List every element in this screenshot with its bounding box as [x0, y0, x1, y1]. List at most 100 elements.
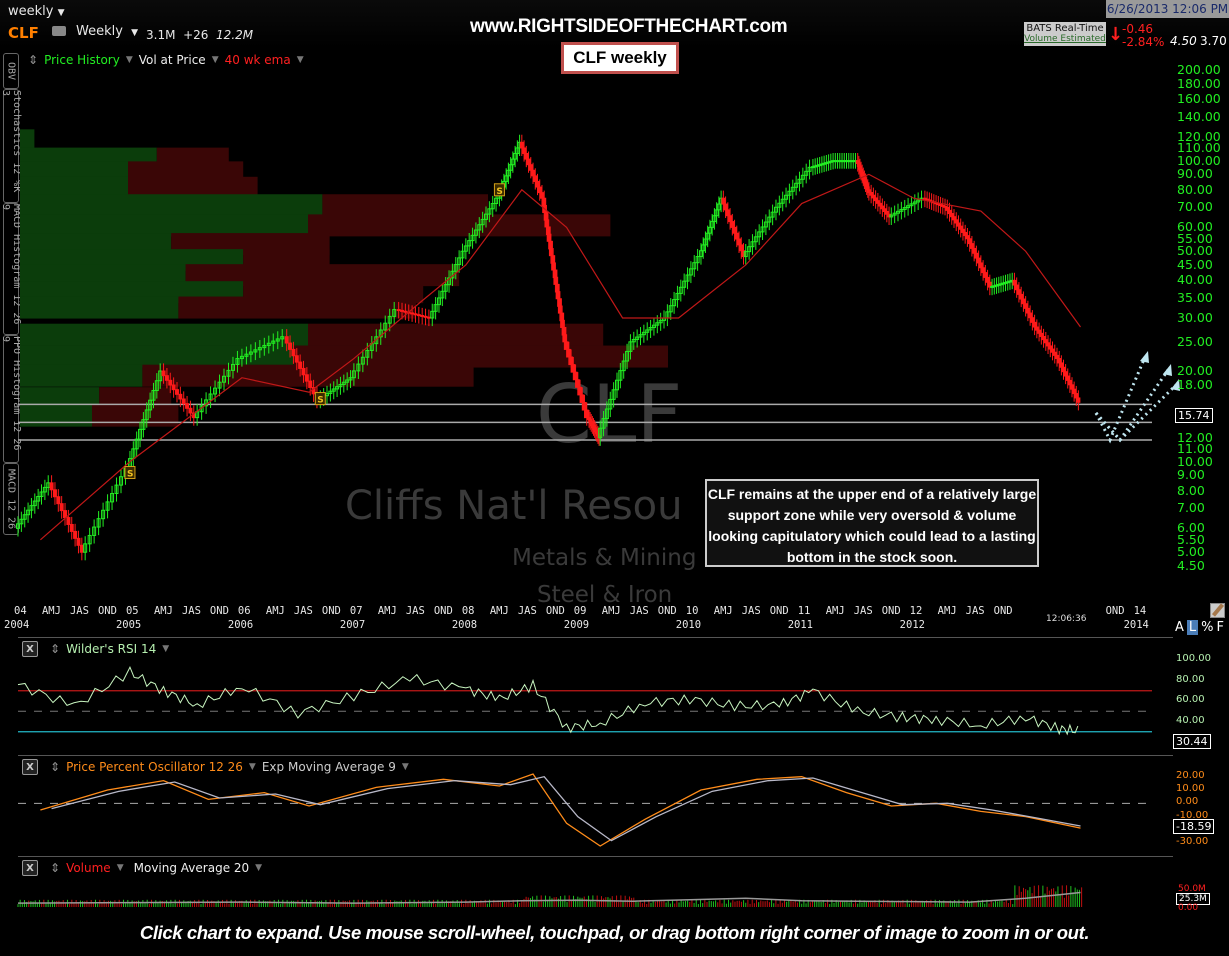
- price-candle: [1076, 397, 1081, 403]
- price-candle: [721, 197, 726, 205]
- time-tick-label: 09: [573, 605, 587, 617]
- ppo-signal-title[interactable]: Exp Moving Average 9: [262, 760, 396, 774]
- price-candle: [1067, 379, 1072, 386]
- close-panel-button[interactable]: X: [22, 860, 38, 876]
- reorder-icon[interactable]: ⇕: [50, 861, 60, 875]
- volume-title[interactable]: Volume: [66, 861, 111, 875]
- price-candle: [426, 316, 431, 319]
- vap-down-bar: [322, 194, 488, 217]
- time-tick-label: 05: [125, 605, 139, 617]
- scale-auto-button[interactable]: A: [1175, 620, 1184, 635]
- time-tick-label: OND: [321, 605, 341, 617]
- price-tick-label: 70.00: [1177, 199, 1213, 215]
- price-tick-label: 160.00: [1177, 91, 1221, 107]
- reorder-icon[interactable]: ⇕: [50, 760, 60, 774]
- price-candle: [59, 503, 64, 512]
- chevron-down-icon[interactable]: ▼: [162, 644, 169, 654]
- draw-tool-icon[interactable]: [1210, 603, 1225, 618]
- price-candle: [533, 175, 538, 182]
- vap-up-bar: [20, 345, 294, 368]
- scale-log-button[interactable]: L: [1186, 620, 1199, 635]
- price-candle: [972, 247, 977, 254]
- price-candle: [308, 380, 313, 388]
- chevron-down-icon[interactable]: ▼: [402, 762, 409, 772]
- price-tick-label: 140.00: [1177, 108, 1221, 124]
- vap-up-bar: [20, 404, 92, 427]
- price-candle: [580, 394, 585, 403]
- price-candle: [396, 309, 401, 312]
- time-tick-label: OND: [1105, 605, 1125, 617]
- price-candle: [739, 244, 744, 252]
- time-tick-label: OND: [433, 605, 453, 617]
- time-tick-label: AMJ: [601, 605, 621, 617]
- price-candle: [400, 309, 405, 312]
- ppo-tick-label: -30.00: [1176, 836, 1209, 848]
- price-candle: [69, 523, 74, 532]
- time-tick-label: 04: [14, 605, 27, 617]
- vap-up-bar: [20, 194, 323, 217]
- price-candle: [553, 269, 558, 285]
- panel-divider: [18, 856, 1173, 857]
- price-candle: [174, 389, 179, 395]
- price-candle: [725, 209, 730, 217]
- price-candle: [161, 370, 166, 377]
- price-candle: [1069, 384, 1074, 390]
- price-candle: [56, 496, 61, 505]
- time-tick-label: OND: [881, 605, 901, 617]
- price-candle: [49, 482, 54, 491]
- price-tick-label: 30.00: [1177, 310, 1213, 325]
- ppo-title[interactable]: Price Percent Oscillator 12 26: [66, 760, 243, 774]
- price-candle: [573, 371, 578, 381]
- scale-percent-button[interactable]: %: [1201, 620, 1213, 635]
- price-candle: [1072, 388, 1077, 395]
- price-candle: [981, 267, 986, 274]
- time-tick-label: AMJ: [377, 605, 397, 617]
- price-candle: [531, 169, 536, 177]
- close-panel-button[interactable]: X: [22, 759, 38, 775]
- price-candle: [737, 238, 742, 246]
- price-tick-label: 40.00: [1177, 272, 1213, 288]
- close-panel-button[interactable]: X: [22, 641, 38, 657]
- chevron-down-icon[interactable]: ▼: [117, 863, 124, 873]
- price-candle: [1028, 312, 1033, 319]
- volume-ma-title[interactable]: Moving Average 20: [134, 861, 250, 875]
- rsi-header: X ⇕ Wilder's RSI 14 ▼: [22, 641, 169, 657]
- rsi-tick-label: 40.00: [1176, 714, 1205, 726]
- price-candle: [188, 407, 193, 414]
- price-candle: [730, 221, 735, 228]
- price-candle: [985, 276, 990, 283]
- price-candle: [974, 252, 979, 259]
- price-candle: [301, 367, 306, 376]
- clock: 12:06:36: [1046, 614, 1087, 624]
- price-candle: [566, 348, 571, 358]
- rsi-title[interactable]: Wilder's RSI 14: [66, 642, 156, 656]
- year-tick-label: 2011: [787, 619, 814, 631]
- ppo-last-value: -18.59: [1173, 819, 1215, 834]
- scale-fit-button[interactable]: F: [1217, 620, 1224, 635]
- price-candle: [1014, 284, 1019, 291]
- time-tick-label: AMJ: [825, 605, 845, 617]
- time-tick-label: AMJ: [265, 605, 285, 617]
- price-candle: [728, 215, 733, 223]
- price-tick-label: 10.00: [1177, 453, 1213, 469]
- price-candle: [304, 374, 309, 382]
- reorder-icon[interactable]: ⇕: [50, 642, 60, 656]
- projection-arrow: [1094, 356, 1147, 444]
- price-tick-label: 200.00: [1177, 62, 1221, 77]
- vap-down-bar: [92, 404, 179, 427]
- price-candle: [1019, 293, 1024, 300]
- price-candle: [298, 361, 303, 369]
- time-tick-label: JAS: [853, 605, 873, 617]
- time-tick-label: AMJ: [153, 605, 173, 617]
- price-tick-label: 35.00: [1177, 289, 1213, 305]
- price-candle: [1057, 358, 1062, 364]
- price-candle: [582, 401, 587, 411]
- price-candle: [185, 403, 190, 409]
- chevron-down-icon[interactable]: ▼: [255, 863, 262, 873]
- annotation-box: CLF remains at the upper end of a relati…: [705, 479, 1039, 567]
- price-tick-label: 5.00: [1177, 544, 1205, 560]
- price-candle: [1074, 393, 1079, 399]
- time-tick-label: JAS: [517, 605, 537, 617]
- chevron-down-icon[interactable]: ▼: [249, 762, 256, 772]
- price-candle: [969, 243, 974, 249]
